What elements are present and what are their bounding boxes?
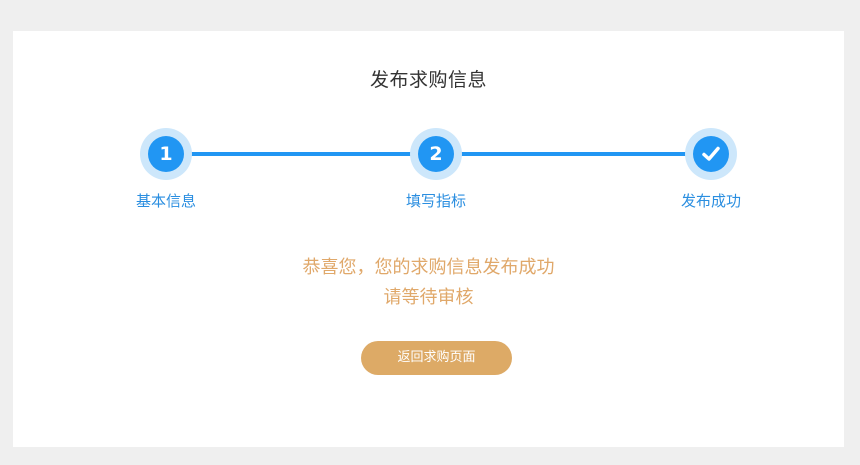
step-label: 填写指标: [405, 192, 466, 210]
back-to-purchase-button[interactable]: 返回求购页面: [361, 341, 512, 375]
step-ring: 2: [410, 128, 462, 180]
step-check-badge: [693, 136, 729, 172]
step-number-badge: 2: [418, 136, 454, 172]
review-message-line: 请等待审核: [383, 287, 474, 308]
step-label: 基本信息: [135, 192, 196, 210]
step-publish-success: 发布成功: [656, 128, 766, 211]
step-fill-indicators: 2 填写指标: [381, 128, 491, 211]
step-basic-info: 1 基本信息: [111, 128, 221, 211]
step-number-badge: 1: [148, 136, 184, 172]
checkmark-icon: [702, 146, 720, 161]
step-ring: 1: [140, 128, 192, 180]
success-message: 恭喜您，您的求购信息发布成功 请等待审核: [13, 253, 844, 313]
success-message-line: 恭喜您，您的求购信息发布成功: [302, 257, 555, 278]
step-ring: [685, 128, 737, 180]
step-label: 发布成功: [680, 192, 741, 210]
result-card: 发布求购信息 1 基本信息 2 填写指标 发布成功 恭喜您，您的求购信息发布成功…: [13, 31, 844, 447]
progress-stepper: 1 基本信息 2 填写指标 发布成功: [13, 31, 844, 231]
